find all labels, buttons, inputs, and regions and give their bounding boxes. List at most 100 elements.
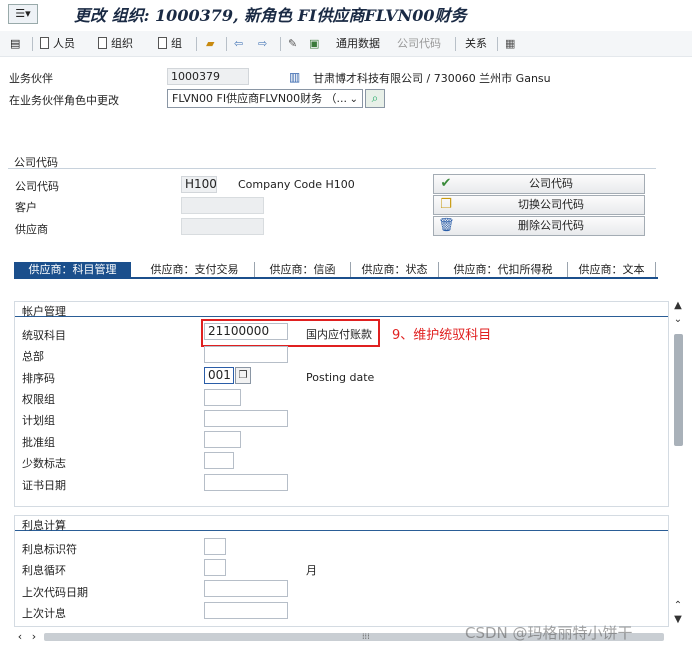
company-code-toolbar-button[interactable]: 公司代码 (397, 35, 441, 53)
customer-label: 客户 (15, 201, 37, 214)
title-bar: ☰▾ 更改 组织: 1000379, 新角色 FI供应商FLVN00财务 (0, 0, 692, 29)
company-code-label: 公司代码 (15, 180, 59, 193)
account-management-header (15, 302, 668, 317)
interest-calculation-header (15, 516, 668, 531)
org-structure-icon[interactable]: ▦ (505, 35, 515, 53)
menu-icon[interactable]: ☰▾ (8, 4, 38, 24)
certificate-date-label: 证书日期 (22, 479, 66, 492)
delete-company-code-button[interactable]: 🗑 删除公司代码 (433, 216, 645, 236)
create-org-button[interactable]: 组织 (98, 35, 133, 53)
interest-indicator-label: 利息标识符 (22, 543, 77, 556)
minority-indicator-label: 少数标志 (22, 457, 66, 470)
toolbar-separator (226, 37, 227, 51)
tab-withholding-tax[interactable]: 供应商：代扣所得税 (439, 262, 568, 277)
arrow-left-icon[interactable]: ⇦ (234, 35, 243, 53)
create-person-button[interactable]: 人员 (40, 35, 75, 53)
release-group-label: 批准组 (22, 436, 55, 449)
interest-calculation-title: 利息计算 (22, 519, 66, 532)
delete-company-code-label: 删除公司代码 (518, 219, 584, 232)
switch-company-code-label: 切换公司代码 (518, 198, 584, 211)
document-icon (98, 37, 107, 49)
planning-group-input[interactable] (204, 410, 288, 427)
company-code-field: H100 (181, 176, 217, 193)
page-title: 更改 组织: 1000379, 新角色 FI供应商FLVN00财务 (74, 6, 467, 25)
org-building-icon: ▥ (289, 70, 301, 84)
sort-key-label: 排序码 (22, 372, 55, 385)
last-interest-run-input[interactable] (204, 602, 288, 619)
role-select-value: FLVN00 FI供应商FLVN00财务 （... (172, 92, 348, 105)
open-folder-icon[interactable]: ▰ (206, 35, 214, 53)
bp-description: 甘肃博才科技有限公司 / 730060 兰州市 Gansu (313, 72, 551, 85)
document-icon (158, 37, 167, 49)
tab-payment-transactions[interactable]: 供应商：支付交易 (135, 262, 255, 277)
interest-calculation-panel (14, 515, 669, 627)
scroll-down-step-icon[interactable]: ⌄ (671, 314, 685, 326)
sort-key-description: Posting date (306, 371, 375, 384)
certificate-date-input[interactable] (204, 474, 288, 491)
create-group-button[interactable]: 组 (158, 35, 182, 53)
highlight-box (201, 319, 380, 347)
toolbar-separator (32, 37, 33, 51)
company-code-button-label: 公司代码 (529, 177, 573, 190)
switch-doc-icon: ❐ (440, 197, 452, 212)
value-help-icon[interactable]: ❐ (235, 367, 251, 384)
create-person-label: 人员 (53, 37, 75, 50)
interest-cycle-input[interactable] (204, 559, 226, 576)
bp-label: 业务伙伴 (9, 72, 53, 85)
switch-company-code-button[interactable]: ❐ 切换公司代码 (433, 195, 645, 215)
role-label: 在业务伙伴角色中更改 (9, 94, 119, 107)
scrollbar-thumb[interactable] (674, 334, 683, 446)
tab-strip: 供应商：科目管理 供应商：支付交易 供应商：信函 供应商：状态 供应商：代扣所得… (14, 262, 658, 279)
account-management-title: 帐户管理 (22, 305, 66, 318)
watermark: CSDN @玛格丽特小饼干 (465, 624, 633, 642)
interest-indicator-input[interactable] (204, 538, 226, 555)
last-interest-run-label: 上次计息 (22, 607, 66, 620)
vendor-label: 供应商 (15, 223, 48, 236)
scroll-up-step-icon[interactable]: ⌃ (671, 600, 685, 612)
last-key-date-input[interactable] (204, 580, 288, 597)
vendor-field (181, 218, 264, 235)
display-toggle-icon[interactable]: ▤ (10, 35, 20, 53)
vertical-scrollbar[interactable]: ▲ ⌄ ⌃ ▼ (671, 300, 685, 626)
scroll-left-icon[interactable]: ‹ (14, 630, 26, 644)
tab-correspondence[interactable]: 供应商：信函 (255, 262, 351, 277)
toolbar-separator (196, 37, 197, 51)
chevron-down-icon: ⌄ (349, 94, 358, 105)
auth-group-label: 权限组 (22, 393, 55, 406)
relations-button[interactable]: 关系 (465, 35, 487, 53)
release-group-input[interactable] (204, 431, 241, 448)
minority-indicator-input[interactable] (204, 452, 234, 469)
document-icon (40, 37, 49, 49)
planning-group-label: 计划组 (22, 414, 55, 427)
company-code-description: Company Code H100 (238, 178, 355, 191)
checkmark-doc-icon: ✔ (440, 176, 452, 191)
tab-text[interactable]: 供应商：文本 (568, 262, 656, 277)
create-org-label: 组织 (111, 37, 133, 50)
section-divider (8, 168, 656, 169)
change-display-icon[interactable]: ✎ (288, 35, 297, 53)
last-key-date-label: 上次代码日期 (22, 586, 88, 599)
auth-group-input[interactable] (204, 389, 241, 406)
recon-account-label: 统驭科目 (22, 329, 66, 342)
scroll-grip-icon: ⁞⁞⁞ (362, 632, 370, 641)
company-code-button[interactable]: ✔ 公司代码 (433, 174, 645, 194)
scroll-down-icon[interactable]: ▼ (671, 614, 685, 626)
scroll-up-icon[interactable]: ▲ (671, 300, 685, 312)
trash-icon: 🗑 (438, 218, 455, 233)
tab-account-management[interactable]: 供应商：科目管理 (14, 262, 131, 277)
where-used-icon[interactable]: ▣ (309, 35, 319, 53)
toolbar-separator (280, 37, 281, 51)
toolbar-separator (455, 37, 456, 51)
general-data-button[interactable]: 通用数据 (336, 35, 380, 53)
create-group-label: 组 (171, 37, 182, 50)
sort-key-input[interactable]: 001 (204, 367, 234, 384)
role-select[interactable]: FLVN00 FI供应商FLVN00财务 （... ⌄ (167, 89, 363, 108)
head-office-input[interactable] (204, 346, 288, 363)
interest-cycle-unit: 月 (306, 564, 317, 577)
tab-status[interactable]: 供应商：状态 (351, 262, 439, 277)
arrow-right-icon[interactable]: ⇨ (258, 35, 267, 53)
interest-cycle-label: 利息循环 (22, 564, 66, 577)
scroll-right-icon[interactable]: › (28, 630, 40, 644)
annotation-text: 9、维护统驭科目 (392, 328, 492, 343)
search-icon[interactable]: ⌕ (365, 89, 385, 108)
